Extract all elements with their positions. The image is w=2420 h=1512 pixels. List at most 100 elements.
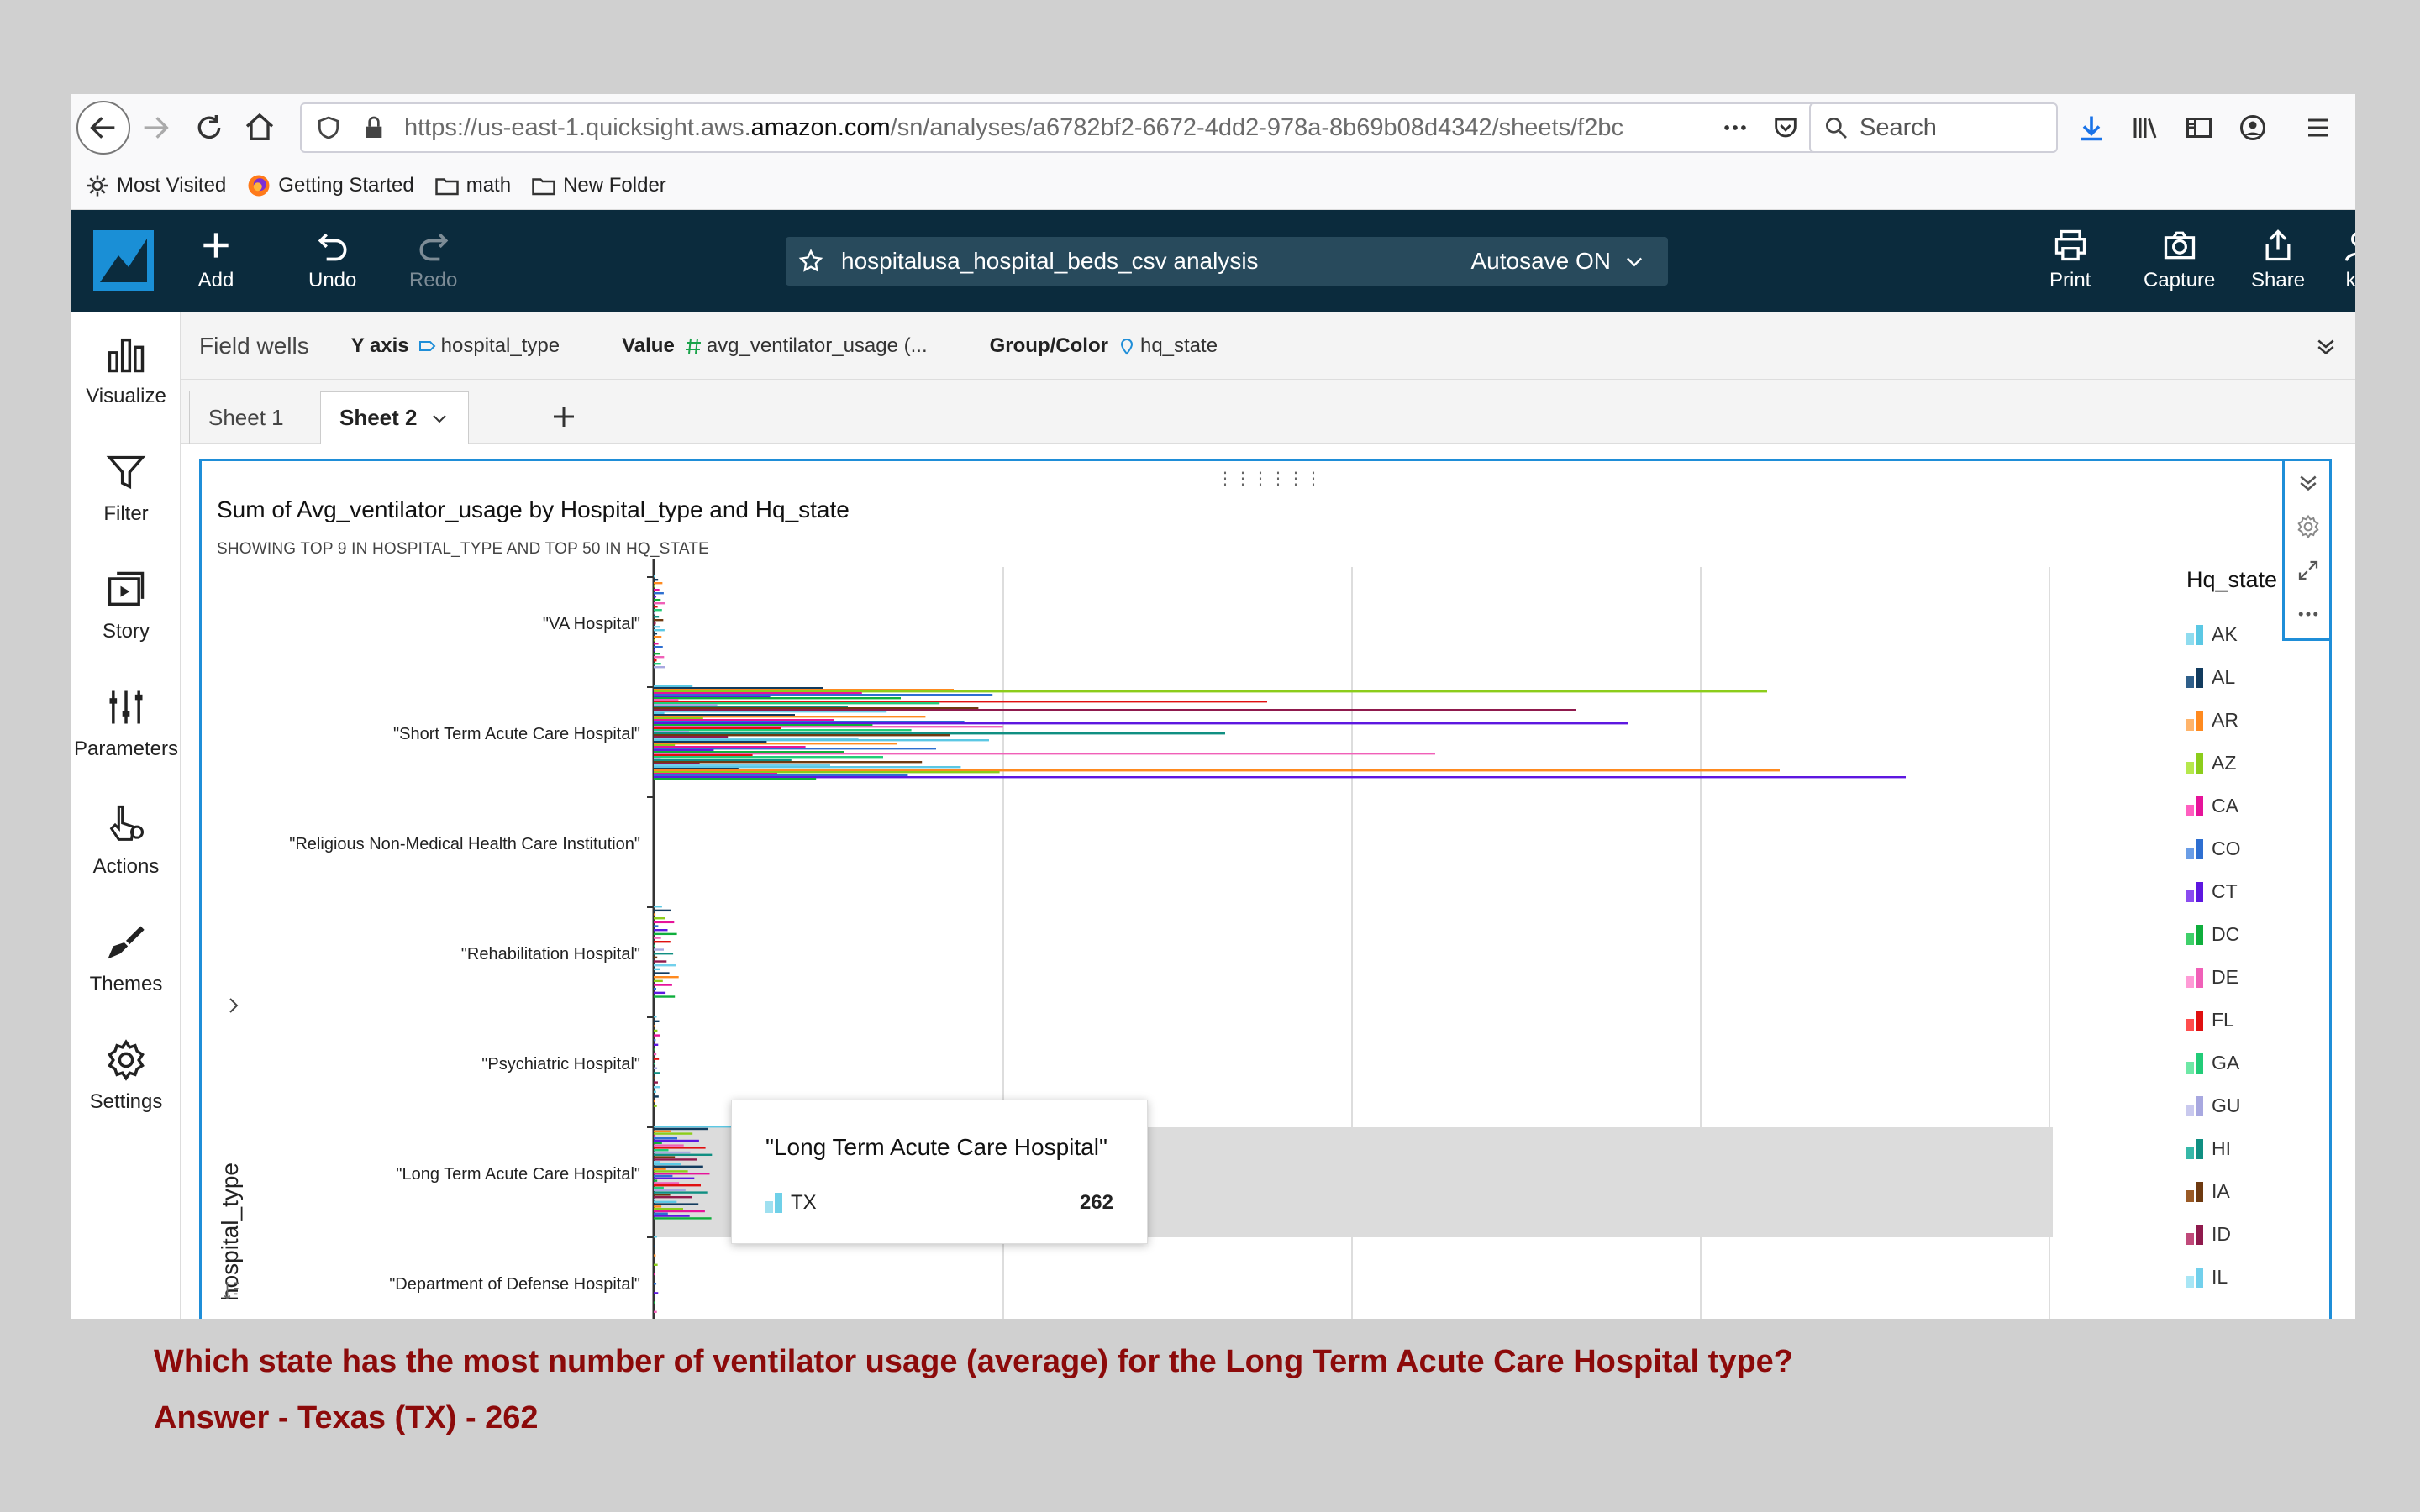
actions-button[interactable]: Actions	[71, 803, 181, 879]
value-field[interactable]: avg_ventilator_usage (...	[683, 334, 928, 358]
add-sheet-icon[interactable]	[549, 402, 579, 432]
legend-item-fl[interactable]: FL	[2186, 999, 2321, 1042]
legend-item-ar[interactable]: AR	[2186, 699, 2321, 742]
reload-button[interactable]	[186, 104, 233, 151]
format-visual-button[interactable]	[2285, 505, 2332, 549]
legend-item-il[interactable]: IL	[2186, 1256, 2321, 1299]
legend-swatch	[2186, 624, 2207, 645]
bar	[654, 606, 658, 608]
legend-label: GU	[2212, 1095, 2241, 1116]
legend-swatch	[2186, 1267, 2207, 1288]
legend-item-ct[interactable]: CT	[2186, 870, 2321, 913]
download-button[interactable]	[2068, 104, 2115, 151]
visual-toolbar	[2282, 461, 2329, 641]
browser-search-input[interactable]: Search	[1809, 102, 2058, 153]
bar	[654, 906, 662, 908]
y-tick-label: "VA Hospital"	[543, 615, 640, 633]
undo-button[interactable]: Undo	[308, 227, 356, 292]
back-button[interactable]	[76, 101, 130, 155]
bar	[654, 991, 666, 995]
legend-label: DC	[2212, 923, 2240, 945]
pocket-icon[interactable]	[1760, 109, 1811, 146]
themes-button[interactable]: Themes	[71, 921, 181, 996]
sort-icon[interactable]	[222, 1279, 244, 1301]
legend-swatch	[2186, 667, 2207, 688]
folder-icon	[434, 177, 459, 195]
capture-button[interactable]: Capture	[2144, 227, 2215, 292]
chevron-down-icon[interactable]	[1623, 249, 1646, 273]
bookmark-math[interactable]: math	[434, 173, 511, 198]
bar	[654, 1191, 708, 1194]
legend-item-ga[interactable]: GA	[2186, 1042, 2321, 1084]
tab-sheet-1[interactable]: Sheet 1	[189, 391, 302, 444]
bookmark-new-folder[interactable]: New Folder	[531, 173, 666, 198]
plus-icon	[203, 233, 229, 258]
y-axis-well-label: Y axis	[350, 333, 409, 357]
collapse-visual-button[interactable]	[2285, 461, 2332, 505]
add-button[interactable]: Add	[197, 227, 234, 292]
legend-item-dc[interactable]: DC	[2186, 913, 2321, 956]
double-chevron-down-icon[interactable]	[2313, 334, 2338, 360]
legend-item-gu[interactable]: GU	[2186, 1084, 2321, 1127]
field-wells-label: Field wells	[199, 332, 309, 359]
legend-label: ID	[2212, 1223, 2231, 1245]
y-tick-label: "Religious Non-Medical Health Care Insti…	[289, 835, 640, 853]
expand-visual-button[interactable]	[2285, 549, 2332, 592]
filter-button[interactable]: Filter	[71, 450, 181, 526]
settings-button[interactable]: Settings	[71, 1038, 181, 1114]
star-icon[interactable]	[797, 248, 824, 275]
bar	[654, 1034, 660, 1037]
analysis-title[interactable]: hospitalusa_hospital_beds_csv analysis	[841, 248, 1470, 275]
legend-item-co[interactable]: CO	[2186, 827, 2321, 870]
share-button[interactable]: Share	[2251, 227, 2305, 292]
story-button[interactable]: Story	[71, 568, 181, 643]
bar	[654, 976, 679, 979]
tab-sheet-2[interactable]: Sheet 2	[320, 391, 469, 444]
legend-item-ca[interactable]: CA	[2186, 785, 2321, 827]
bookmark-most-visited[interactable]: Most Visited	[85, 173, 226, 198]
arrow-left-icon	[90, 117, 115, 139]
url-bar[interactable]: https://us-east-1.quicksight.aws.amazon.…	[300, 102, 1863, 153]
analysis-title-bar[interactable]: hospitalusa_hospital_beds_csv analysis A…	[786, 237, 1668, 286]
quicksight-logo[interactable]	[93, 230, 154, 291]
bar	[654, 1105, 657, 1107]
bar	[654, 589, 660, 591]
redo-button[interactable]: Redo	[409, 227, 457, 292]
library-button[interactable]	[2122, 104, 2169, 151]
menu-button[interactable]	[2295, 104, 2342, 151]
expand-icon	[2298, 560, 2318, 580]
legend-item-ia[interactable]: IA	[2186, 1170, 2321, 1213]
legend-item-hi[interactable]: HI	[2186, 1127, 2321, 1170]
group-field[interactable]: hq_state	[1117, 334, 1218, 358]
visual-container[interactable]: ⋮⋮⋮⋮⋮⋮ Sum of Avg_ventilator_usage by Ho…	[199, 459, 2332, 1319]
parameters-button[interactable]: Parameters	[71, 685, 181, 761]
bar	[654, 909, 671, 912]
sidebar-button[interactable]	[2175, 104, 2223, 151]
legend-item-al[interactable]: AL	[2186, 656, 2321, 699]
visual-menu-button[interactable]	[2285, 592, 2332, 636]
filter-label: Filter	[103, 502, 149, 525]
bookmark-getting-started[interactable]: Getting Started	[246, 173, 414, 198]
bar	[654, 1292, 659, 1294]
user-menu[interactable]: kla	[2340, 227, 2355, 292]
print-button[interactable]: Print	[2049, 227, 2091, 292]
legend-item-de[interactable]: DE	[2186, 956, 2321, 999]
y-axis-field[interactable]: hospital_type	[418, 334, 560, 358]
chevron-right-icon[interactable]	[224, 995, 244, 1016]
page-actions-icon[interactable]	[1710, 109, 1760, 146]
legend-item-id[interactable]: ID	[2186, 1213, 2321, 1256]
bar	[654, 972, 670, 974]
account-button[interactable]	[2229, 104, 2276, 151]
legend-item-az[interactable]: AZ	[2186, 742, 2321, 785]
bar	[654, 1165, 703, 1168]
bar	[654, 1158, 697, 1161]
forward-button[interactable]	[132, 104, 179, 151]
field-wells-bar[interactable]: Field wells Y axis hospital_type Value a…	[181, 312, 2355, 380]
chevron-down-icon[interactable]	[429, 408, 450, 428]
bar-chart[interactable]: "VA Hospital" "Short Term Acute Care Hosp…	[202, 461, 2286, 1319]
legend-label: AZ	[2212, 752, 2237, 774]
autosave-toggle[interactable]: Autosave ON	[1470, 248, 1611, 275]
visualize-button[interactable]: Visualize	[71, 333, 181, 408]
shield-icon	[310, 109, 347, 146]
home-button[interactable]	[236, 104, 283, 151]
